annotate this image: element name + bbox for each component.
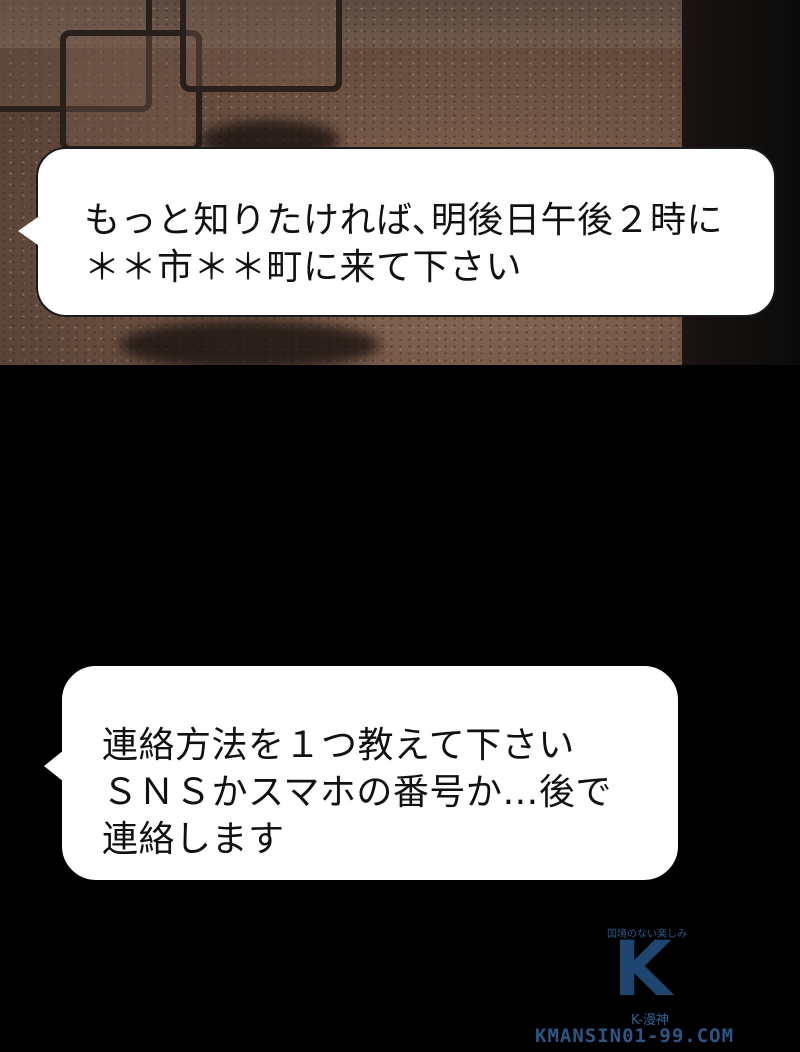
watermark-url: KMANSIN01-99.COM — [535, 1025, 735, 1047]
shadow — [120, 320, 380, 365]
speech-bubble-2: 連絡方法を１つ教えて下さい ＳＮＳかスマホの番号か…後で 連絡します — [44, 666, 678, 880]
speech-bubble-1: もっと知りたければ､明後日午後２時に ＊＊市＊＊町に来て下さい — [18, 147, 776, 317]
watermark: 国境のない楽しみ K K-漫神 KMANSIN01-99.COM — [535, 925, 800, 1052]
speech-bubble-text: もっと知りたければ､明後日午後２時に ＊＊市＊＊町に来て下さい — [84, 200, 724, 288]
speech-bubble-tail — [18, 217, 38, 245]
speech-bubble-tail — [44, 750, 64, 782]
speech-bubble-text: 連絡方法を１つ教えて下さい ＳＮＳかスマホの番号か…後で 連絡します — [102, 725, 612, 860]
chair — [180, 0, 342, 92]
watermark-logo: K — [613, 924, 672, 1013]
